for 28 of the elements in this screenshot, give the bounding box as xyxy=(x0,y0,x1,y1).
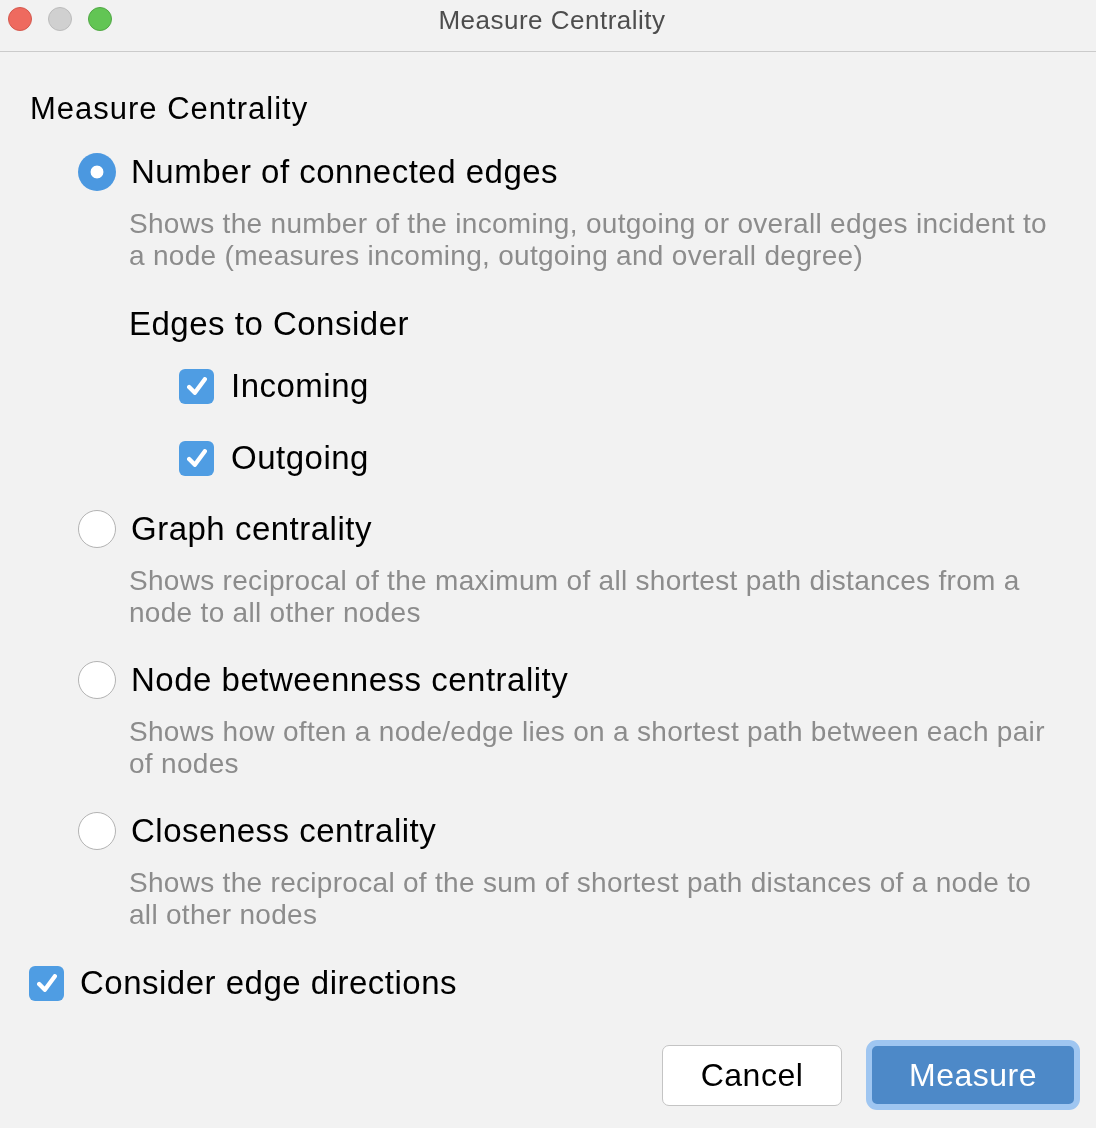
option-description: Shows the number of the incoming, outgoing or overall edges incident to a node (measures incoming, outgoing and overall degree) xyxy=(129,208,1048,272)
radio-label[interactable]: Number of connected edges xyxy=(131,152,559,192)
radio-button[interactable] xyxy=(78,153,116,191)
option-description: Shows the reciprocal of the sum of shortest path distances of a node to all other nodes xyxy=(129,867,1033,931)
cancel-button[interactable]: Cancel xyxy=(662,1044,842,1106)
checkbox[interactable] xyxy=(29,965,64,1001)
checkbox[interactable] xyxy=(179,368,214,404)
window-close-button[interactable] xyxy=(8,7,32,31)
checkbox[interactable] xyxy=(179,440,214,476)
option-description: Shows reciprocal of the maximum of all shortest path distances from a node to all other nodes xyxy=(129,565,1021,629)
checkmark-icon xyxy=(186,377,207,395)
checkbox-label[interactable]: Incoming xyxy=(231,366,369,406)
option-description: Shows how often a node/edge lies on a shortest path between each pair of nodes xyxy=(129,716,1046,780)
checkbox-label[interactable]: Consider edge directions xyxy=(80,963,458,1003)
radio-label[interactable]: Graph centrality xyxy=(131,509,372,549)
group-heading: Edges to Consider xyxy=(129,304,410,344)
checkmark-icon xyxy=(186,449,207,467)
section-heading: Measure Centrality xyxy=(30,91,310,127)
window-title: Measure Centrality xyxy=(438,7,666,33)
submit-button[interactable]: Measure xyxy=(866,1040,1080,1110)
checkmark-icon xyxy=(36,974,57,992)
radio-button[interactable] xyxy=(78,510,116,548)
radio-label[interactable]: Node betweenness centrality xyxy=(131,660,569,700)
radio-label[interactable]: Closeness centrality xyxy=(131,811,437,851)
radio-button[interactable] xyxy=(78,661,116,699)
window-zoom-button[interactable] xyxy=(88,7,112,31)
checkbox-label[interactable]: Outgoing xyxy=(231,438,369,478)
radio-button[interactable] xyxy=(78,812,116,850)
